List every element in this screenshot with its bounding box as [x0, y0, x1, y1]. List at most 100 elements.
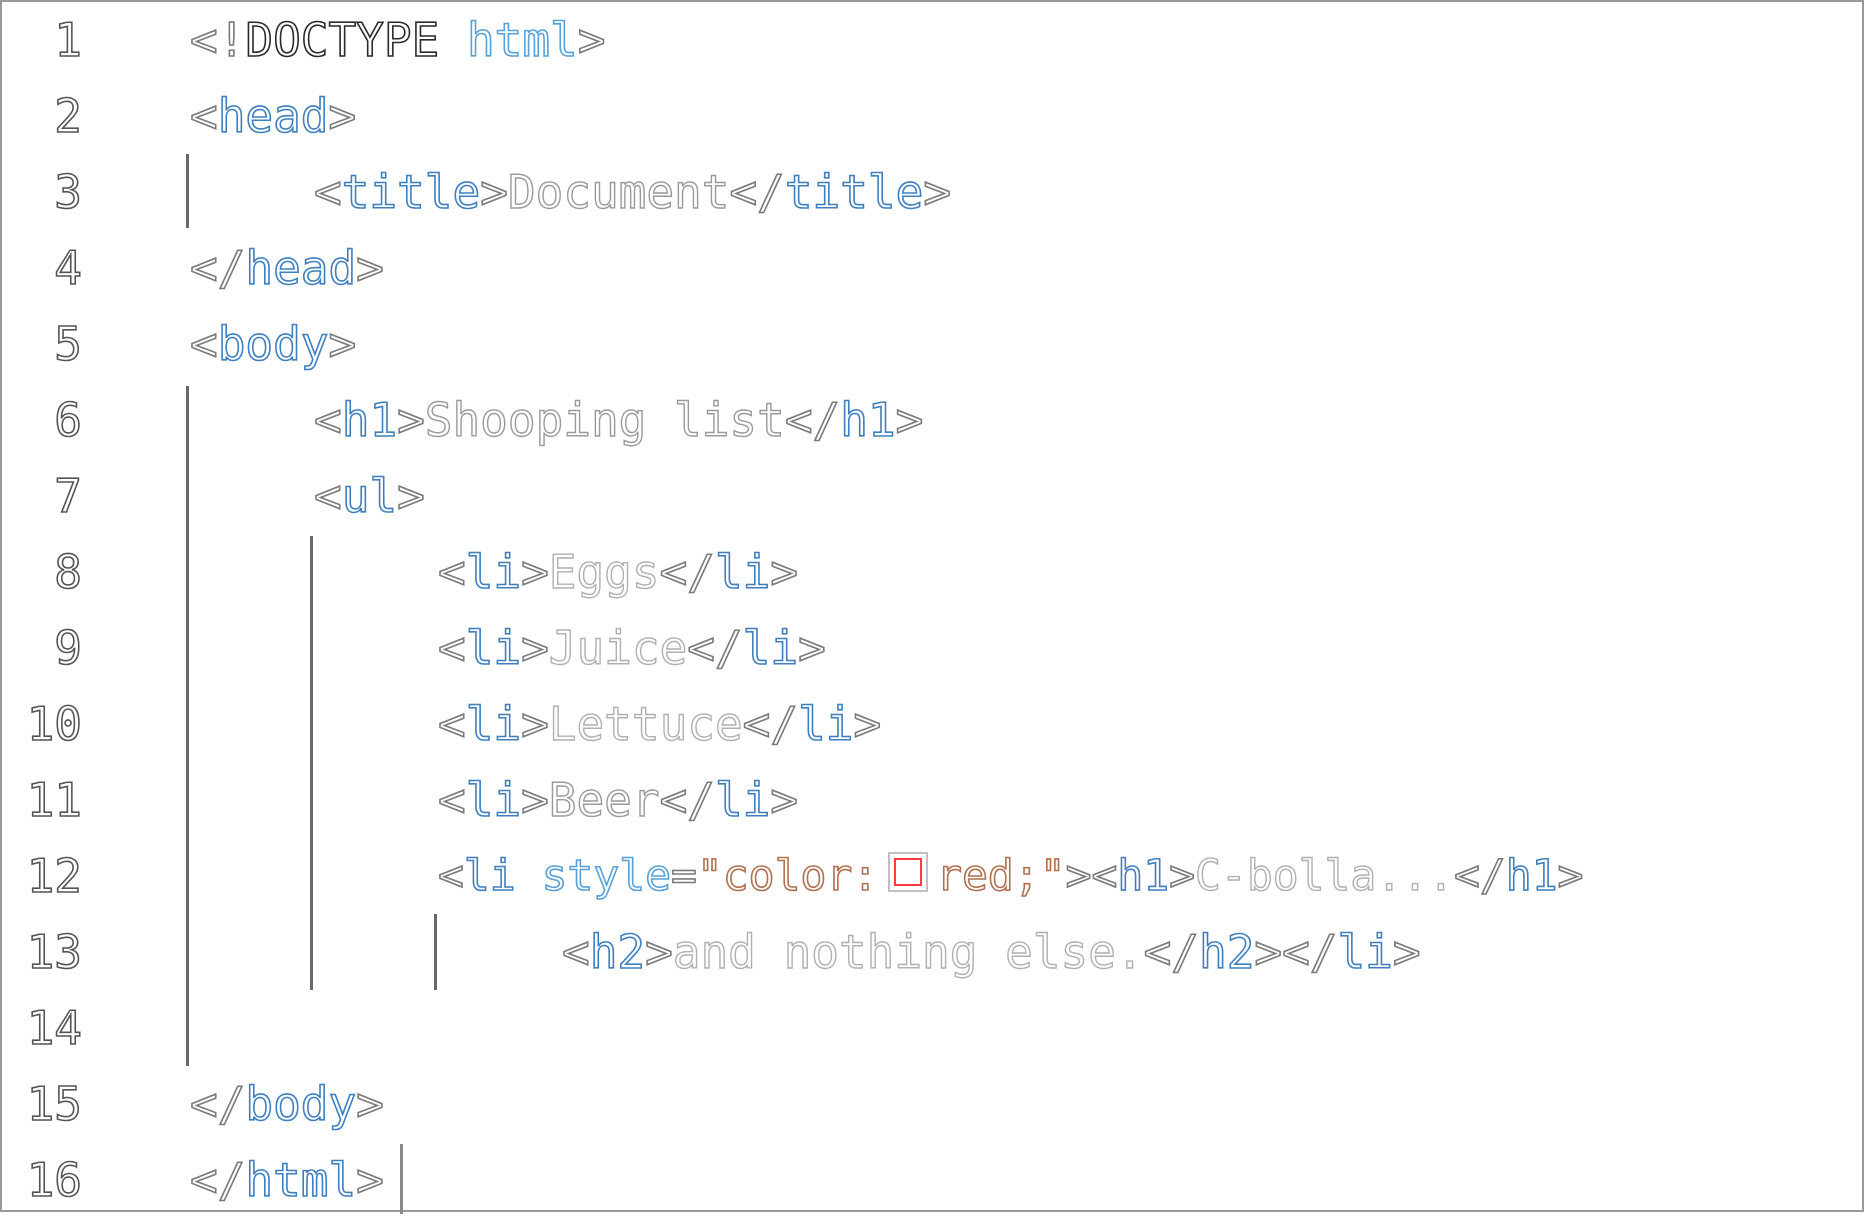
- token-punct: <: [313, 468, 342, 524]
- token-tag: head: [217, 88, 329, 144]
- token-punct: >: [520, 772, 549, 828]
- token-punct: <: [1091, 850, 1118, 902]
- token-punct: >: [520, 620, 549, 676]
- token-attr: style: [541, 850, 672, 902]
- token-punct: >: [520, 696, 549, 752]
- code-line-3[interactable]: <title>Document</title>: [313, 154, 952, 230]
- token-punct: <: [437, 620, 466, 676]
- token-punct: >: [644, 924, 673, 980]
- token-punct: >: [1557, 850, 1584, 902]
- code-line-15[interactable]: </body>: [189, 1066, 384, 1142]
- code-line-8[interactable]: <li>Eggs</li>: [437, 534, 799, 610]
- line-number: 5: [53, 316, 82, 372]
- code-line-4[interactable]: </head>: [189, 230, 384, 306]
- token-text: and nothing else.: [672, 924, 1144, 979]
- token-punct: <: [437, 544, 466, 600]
- code-line-2[interactable]: <head>: [189, 78, 357, 154]
- indent-guide: [186, 386, 189, 1066]
- token-punct: <: [189, 88, 218, 144]
- line-number: 15: [26, 1076, 83, 1132]
- token-punct: </: [1143, 924, 1200, 980]
- token-punct: >: [355, 1152, 384, 1208]
- token-punct: <: [437, 772, 466, 828]
- token-punct: >: [328, 316, 357, 372]
- token-tag: body: [245, 1076, 357, 1132]
- token-tag: li: [714, 772, 771, 828]
- token-tag: body: [217, 316, 329, 372]
- token-tag: li: [465, 772, 522, 828]
- token-punct: >: [396, 392, 425, 448]
- token-text: Beer: [548, 772, 660, 827]
- token-punct: </: [1453, 850, 1506, 902]
- code-line-12[interactable]: <li style="color: red;"><h1>C-bolla...</h…: [437, 838, 1584, 914]
- token-tag: h2: [589, 924, 646, 980]
- token-punct: >: [1065, 850, 1092, 902]
- token-tag: li: [463, 850, 516, 902]
- token-punct: >: [895, 392, 924, 448]
- code-line-11[interactable]: <li>Beer</li>: [437, 762, 799, 838]
- token-punct: </: [189, 1152, 246, 1208]
- token-string: ": [696, 850, 723, 902]
- line-number: 12: [26, 848, 83, 904]
- token-punct: >: [1392, 924, 1421, 980]
- token-tag: li: [1337, 924, 1394, 980]
- token-punct: </: [742, 696, 799, 752]
- token-tag: title: [341, 164, 481, 220]
- code-editor[interactable]: 1 2 3 4 5 6 7 8 9 10 11 12 13 14 15 16 <…: [0, 0, 1864, 1214]
- code-line-16[interactable]: </html>: [189, 1142, 384, 1218]
- line-number: 9: [53, 620, 82, 676]
- token-punct: >: [1168, 850, 1196, 902]
- line-number: 6: [53, 392, 82, 448]
- token-tag: title: [784, 164, 924, 220]
- token-punct: <!: [189, 12, 246, 68]
- line-number: 2: [53, 88, 82, 144]
- token-punct: >: [797, 620, 826, 676]
- token-tag: li: [465, 696, 522, 752]
- code-line-6[interactable]: <h1>Shooping list</h1>: [313, 382, 924, 458]
- code-line-10[interactable]: <li>Lettuce</li>: [437, 686, 882, 762]
- token-tag: li: [465, 544, 522, 600]
- token-punct: <: [561, 924, 590, 980]
- token-doctype: DOCTYPE: [245, 12, 440, 68]
- token-punct: </: [686, 620, 743, 676]
- token-punct: >: [328, 88, 357, 144]
- token-punct: >: [923, 164, 952, 220]
- token-punct: >: [853, 696, 882, 752]
- token-tag: li: [465, 620, 522, 676]
- color-swatch-icon[interactable]: [888, 852, 929, 892]
- token-text: Shooping list: [424, 392, 785, 447]
- token-punct: =: [670, 850, 697, 902]
- code-line-1[interactable]: <!DOCTYPE html>: [189, 2, 606, 78]
- indent-guide: [186, 154, 189, 228]
- code-line-13[interactable]: <h2>and nothing else.</h2></li>: [561, 914, 1421, 990]
- code-area[interactable]: <!DOCTYPE html> <head> <title>Document</…: [189, 2, 1862, 1210]
- token-tag: head: [245, 240, 357, 296]
- token-punct: </: [784, 392, 841, 448]
- token-punct: </: [659, 544, 716, 600]
- code-line-5[interactable]: <body>: [189, 306, 357, 382]
- token-punct: </: [1281, 924, 1338, 980]
- token-tag: li: [797, 696, 854, 752]
- token-attr: html: [466, 12, 578, 68]
- token-punct: </: [729, 164, 786, 220]
- token-string: red;: [935, 850, 1040, 902]
- token-string: ": [1039, 850, 1066, 902]
- token-tag: html: [245, 1152, 357, 1208]
- code-line-7[interactable]: <ul>: [313, 458, 425, 534]
- token-punct: >: [1254, 924, 1283, 980]
- token-tag: li: [742, 620, 799, 676]
- token-tag: h1: [341, 392, 398, 448]
- token-punct: <: [437, 696, 466, 752]
- token-tag: h1: [1117, 850, 1170, 902]
- line-number: 3: [53, 164, 82, 220]
- text-caret: [400, 1144, 403, 1214]
- token-text: Lettuce: [548, 696, 743, 751]
- token-punct: <: [437, 850, 464, 902]
- line-number: 10: [26, 696, 83, 752]
- line-number: 7: [53, 468, 82, 524]
- code-line-9[interactable]: <li>Juice</li>: [437, 610, 826, 686]
- token-text: Juice: [548, 620, 688, 675]
- token-punct: >: [479, 164, 508, 220]
